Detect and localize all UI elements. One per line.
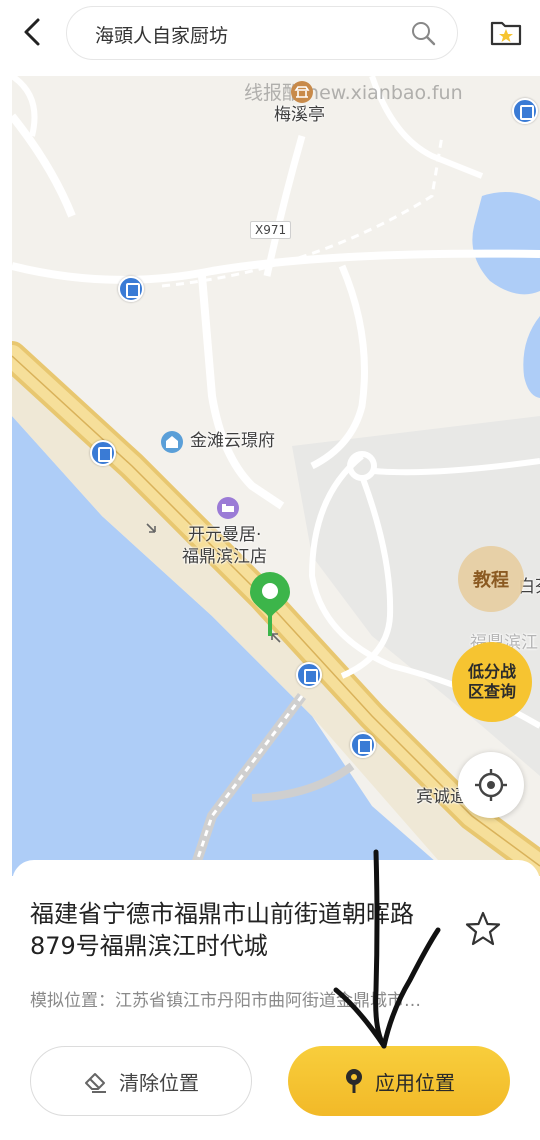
star-favorite-icon[interactable] — [464, 910, 502, 948]
top-bar: 海頭人自家厨坊 — [0, 0, 540, 64]
favorites-folder-icon[interactable] — [488, 14, 524, 50]
search-bar[interactable]: 海頭人自家厨坊 — [66, 6, 458, 60]
poi-label-jintan[interactable]: 金滩云璟府 — [190, 430, 275, 452]
apply-location-label: 应用位置 — [375, 1070, 455, 1095]
bus-stop-icon[interactable] — [90, 440, 116, 466]
bus-stop-icon[interactable] — [296, 662, 322, 688]
tutorial-button[interactable]: 教程 — [458, 546, 524, 612]
back-button[interactable] — [14, 14, 50, 50]
road-number-chip: X971 — [250, 221, 292, 239]
poi-label-meixi[interactable]: 梅溪亭 — [274, 104, 325, 126]
search-input[interactable]: 海頭人自家厨坊 — [95, 21, 228, 48]
chevron-left-icon — [24, 18, 40, 46]
address-title: 福建省宁德市福鼎市山前街道朝晖路879号福鼎滨江时代城 — [30, 900, 414, 960]
pavilion-poi-icon[interactable] — [290, 80, 314, 104]
bus-stop-icon[interactable] — [512, 98, 538, 124]
apply-location-button[interactable]: 应用位置 — [288, 1046, 510, 1116]
crosshair-icon — [475, 769, 507, 801]
low-score-line2: 区查询 — [467, 682, 516, 701]
simulated-location-text: 模拟位置：江苏省镇江市丹阳市曲阿街道金鼎城市… — [30, 991, 421, 1011]
residential-poi-icon[interactable] — [160, 430, 184, 454]
location-sheet: 福建省宁德市福鼎市山前街道朝晖路879号福鼎滨江时代城 模拟位置：江苏省镇江市丹… — [12, 860, 540, 1140]
low-score-zone-button[interactable]: 低分战 区查询 — [452, 642, 532, 722]
poi-label-hotel-line2[interactable]: 福鼎滨江店 — [182, 546, 267, 568]
clear-location-button[interactable]: 清除位置 — [30, 1046, 252, 1116]
search-icon[interactable] — [409, 19, 437, 47]
bus-stop-icon[interactable] — [118, 276, 144, 302]
location-pin-icon[interactable] — [248, 570, 292, 638]
bus-stop-icon[interactable] — [350, 732, 376, 758]
map-base — [12, 76, 540, 876]
poi-label-hotel-line1[interactable]: 开元曼居· — [188, 524, 261, 546]
map-watermark: 线报酷 new.xianbao.fun — [244, 82, 463, 104]
locate-me-button[interactable] — [458, 752, 524, 818]
hotel-poi-icon[interactable] — [216, 496, 240, 520]
map-pin-icon — [346, 1069, 362, 1093]
low-score-line1: 低分战 — [467, 662, 516, 681]
clear-location-label: 清除位置 — [119, 1070, 199, 1095]
eraser-icon — [85, 1073, 106, 1093]
map-view[interactable]: 线报酷 new.xianbao.fun 梅溪亭 X971 金滩云璟府 开元曼居·… — [12, 76, 540, 876]
